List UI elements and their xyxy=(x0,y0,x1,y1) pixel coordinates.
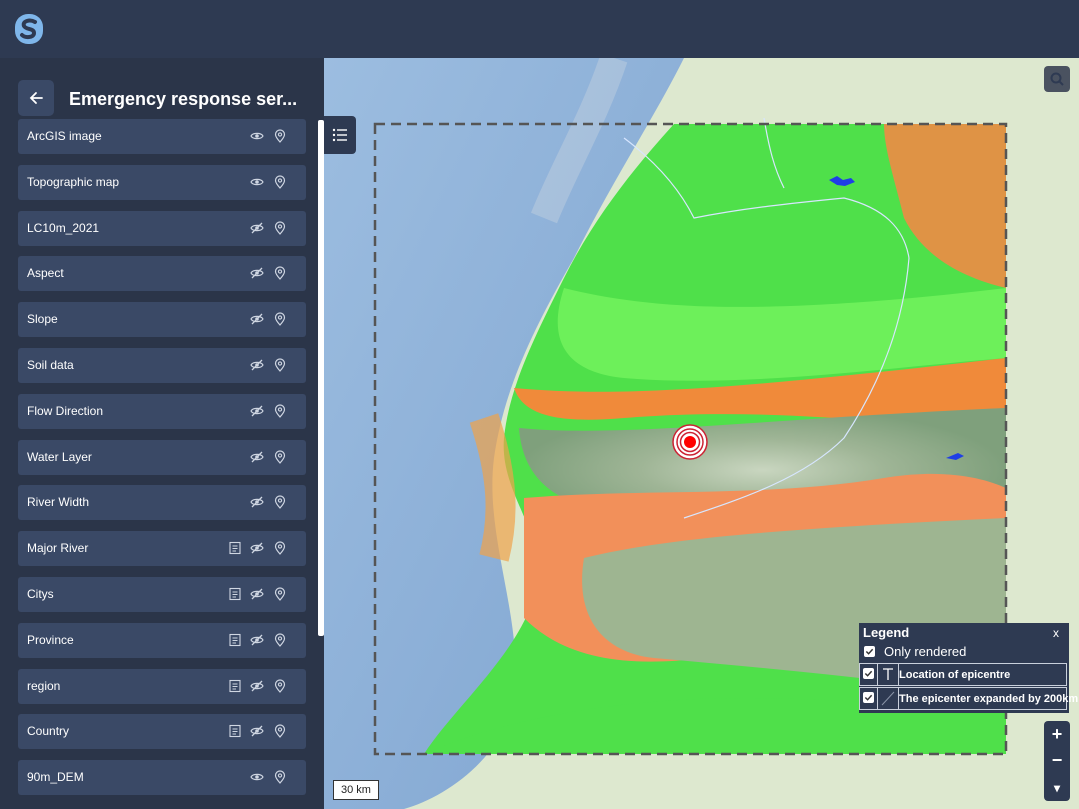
checkmark-icon xyxy=(864,694,873,701)
zoom-in-button[interactable]: + xyxy=(1044,721,1070,747)
scale-bar: 30 km xyxy=(333,780,379,800)
zoom-out-button[interactable]: − xyxy=(1044,747,1070,773)
locate-pin-icon[interactable] xyxy=(273,678,287,693)
layer-item[interactable]: LC10m_2021 xyxy=(18,210,306,246)
locate-pin-icon[interactable] xyxy=(273,633,287,647)
eye-off-icon[interactable] xyxy=(250,679,264,693)
layer-name: ArcGIS image xyxy=(27,129,102,143)
zoom-search-icon xyxy=(1050,72,1064,86)
legend-panel: Legend x Only rendered Location of epice… xyxy=(859,623,1078,713)
eye-off-icon[interactable] xyxy=(250,633,264,647)
locate-pin-icon[interactable] xyxy=(273,220,287,235)
locate-pin-icon[interactable] xyxy=(273,495,287,510)
legend-label: Location of epicentre xyxy=(899,669,1011,681)
legend-icon[interactable] xyxy=(228,724,242,738)
layer-item[interactable]: Topographic map xyxy=(18,164,306,200)
layer-name: Slope xyxy=(27,312,58,327)
back-button[interactable] xyxy=(18,80,54,116)
layer-item[interactable]: Soil data xyxy=(18,347,306,383)
locate-pin-icon[interactable] xyxy=(273,724,287,739)
layer-sidebar: Emergency response ser... ArcGIS image To… xyxy=(0,58,324,809)
layer-item[interactable]: Flow Direction xyxy=(18,393,306,429)
layer-item[interactable]: 90m_DEM xyxy=(18,760,306,796)
epicentre-marker[interactable] xyxy=(672,424,708,460)
legend-checkbox-buffer[interactable] xyxy=(863,692,874,703)
layer-item[interactable]: River Width xyxy=(18,485,306,521)
locate-pin-icon[interactable] xyxy=(273,449,287,464)
map-view[interactable]: Legend x Only rendered Location of epice… xyxy=(324,58,1079,809)
layer-list-toggle-button[interactable] xyxy=(324,116,356,154)
locate-pin-icon[interactable] xyxy=(273,312,287,327)
eye-off-icon[interactable] xyxy=(250,358,264,372)
layer-name: Soil data xyxy=(27,357,74,372)
layer-name: Water Layer xyxy=(27,449,92,464)
legend-label: The epicenter expanded by 200km xyxy=(899,693,1079,705)
line-symbol-icon xyxy=(877,688,899,709)
layer-name: Topographic map xyxy=(27,174,120,189)
layer-name: 90m_DEM xyxy=(27,770,84,785)
layer-name: Country xyxy=(27,724,70,739)
legend-title: Legend xyxy=(863,625,910,640)
layer-name: Citys xyxy=(27,586,54,601)
list-icon xyxy=(332,128,347,142)
layer-name: Major River xyxy=(27,541,89,556)
locate-pin-icon[interactable] xyxy=(273,587,287,601)
layer-item[interactable]: Water Layer xyxy=(18,439,306,475)
map-search-button[interactable] xyxy=(1044,66,1070,92)
eye-off-icon[interactable] xyxy=(250,495,264,509)
locate-pin-icon[interactable] xyxy=(273,358,287,372)
eye-off-icon[interactable] xyxy=(250,221,264,235)
eye-off-icon[interactable] xyxy=(250,266,264,280)
arrow-left-icon xyxy=(29,92,43,104)
eye-off-icon[interactable] xyxy=(250,404,264,418)
s-logo-icon[interactable] xyxy=(14,13,44,45)
panel-title: Emergency response ser... xyxy=(69,89,298,109)
layer-item[interactable]: Country xyxy=(18,714,306,750)
top-bar xyxy=(0,0,1079,58)
locate-pin-icon[interactable] xyxy=(273,266,287,281)
eye-icon[interactable] xyxy=(250,175,264,189)
layer-item[interactable]: Province xyxy=(18,622,306,658)
legend-icon[interactable] xyxy=(228,679,242,693)
layer-name: region xyxy=(27,678,61,693)
only-rendered-checkbox[interactable] xyxy=(864,646,875,657)
eye-icon[interactable] xyxy=(250,129,264,143)
eye-icon[interactable] xyxy=(250,770,264,784)
eye-off-icon[interactable] xyxy=(250,312,264,326)
legend-icon[interactable] xyxy=(228,587,242,601)
locate-pin-icon[interactable] xyxy=(273,175,287,189)
layer-list: ArcGIS image Topographic map LC10m_2021 Asp… xyxy=(18,119,306,806)
legend-checkbox-epicentre[interactable] xyxy=(863,668,874,679)
legend-icon[interactable] xyxy=(228,541,242,555)
layer-name: River Width xyxy=(27,495,90,510)
checkmark-icon xyxy=(864,670,873,677)
eye-off-icon[interactable] xyxy=(250,724,264,738)
locate-pin-icon[interactable] xyxy=(273,770,287,785)
only-rendered-label: Only rendered xyxy=(884,644,967,659)
eye-off-icon[interactable] xyxy=(250,587,264,601)
eye-off-icon[interactable] xyxy=(250,450,264,464)
layer-name: Flow Direction xyxy=(27,403,104,418)
layer-item[interactable]: ArcGIS image xyxy=(18,119,306,154)
layer-item[interactable]: Aspect xyxy=(18,256,306,292)
layer-name: Aspect xyxy=(27,266,64,281)
layer-item[interactable]: region xyxy=(18,668,306,704)
layer-item[interactable]: Citys xyxy=(18,576,306,612)
layer-name: Province xyxy=(27,632,74,647)
legend-row-buffer: The epicenter expanded by 200km xyxy=(859,687,1078,710)
layer-name: LC10m_2021 xyxy=(27,220,100,235)
legend-row-epicentre: Location of epicentre xyxy=(859,663,1067,686)
layer-item[interactable]: Slope xyxy=(18,302,306,338)
eye-off-icon[interactable] xyxy=(250,541,264,555)
more-controls-button[interactable]: ▾ xyxy=(1044,775,1070,801)
legend-icon[interactable] xyxy=(228,633,242,647)
checkmark-icon xyxy=(865,648,874,655)
zoom-controls: + − ▾ xyxy=(1044,721,1070,801)
locate-pin-icon[interactable] xyxy=(273,541,287,556)
locate-pin-icon[interactable] xyxy=(273,129,287,143)
point-symbol-icon xyxy=(877,664,899,685)
locate-pin-icon[interactable] xyxy=(273,404,287,418)
legend-close-button[interactable]: x xyxy=(1053,626,1059,640)
layer-item[interactable]: Major River xyxy=(18,531,306,567)
